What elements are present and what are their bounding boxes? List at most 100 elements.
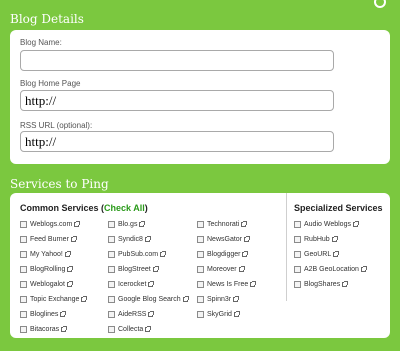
service-item[interactable]: Technorati — [197, 221, 248, 228]
external-link-icon[interactable] — [81, 296, 88, 302]
service-checkbox[interactable] — [20, 326, 27, 333]
service-checkbox[interactable] — [108, 236, 115, 243]
service-item[interactable]: Weblogs.com — [20, 221, 81, 228]
external-link-icon[interactable] — [145, 326, 152, 332]
external-link-icon[interactable] — [67, 266, 74, 272]
external-link-icon[interactable] — [250, 281, 257, 287]
external-link-icon[interactable] — [64, 251, 71, 257]
service-checkbox[interactable] — [20, 221, 27, 228]
service-checkbox[interactable] — [20, 296, 27, 303]
service-item[interactable]: A2B GeoLocation — [294, 266, 367, 273]
external-link-icon[interactable] — [233, 311, 240, 317]
service-item[interactable]: BlogStreet — [108, 266, 159, 273]
common-services-label: Common Services ( — [20, 203, 105, 213]
external-link-icon[interactable] — [244, 236, 251, 242]
service-item[interactable]: BlogShares — [294, 281, 349, 288]
service-item[interactable]: Weblogalot — [20, 281, 73, 288]
service-label: Syndic8 — [118, 236, 143, 243]
service-checkbox[interactable] — [108, 266, 115, 273]
service-item[interactable]: Feed Burner — [20, 236, 77, 243]
service-item[interactable]: AideRSS — [108, 311, 155, 318]
service-checkbox[interactable] — [108, 296, 115, 303]
external-link-icon[interactable] — [139, 221, 146, 227]
external-link-icon[interactable] — [160, 251, 167, 257]
external-link-icon[interactable] — [352, 221, 359, 227]
external-link-icon[interactable] — [242, 251, 249, 257]
blog-home-input[interactable]: http:// — [20, 90, 334, 111]
service-item[interactable]: Bloglines — [20, 311, 67, 318]
service-item[interactable]: Moreover — [197, 266, 245, 273]
service-checkbox[interactable] — [197, 236, 204, 243]
common-services-heading: Common Services (Check All) — [20, 203, 148, 213]
service-item[interactable]: SkyGrid — [197, 311, 240, 318]
service-item[interactable]: Google Blog Search — [108, 296, 189, 303]
external-link-icon[interactable] — [182, 296, 189, 302]
service-checkbox[interactable] — [294, 266, 301, 273]
service-checkbox[interactable] — [197, 251, 204, 258]
service-label: Bloglines — [30, 311, 59, 318]
service-item[interactable]: BlogRolling — [20, 266, 74, 273]
rss-url-input[interactable]: http:// — [20, 131, 334, 152]
service-checkbox[interactable] — [294, 281, 301, 288]
external-link-icon[interactable] — [60, 311, 67, 317]
external-link-icon[interactable] — [152, 266, 159, 272]
service-checkbox[interactable] — [108, 221, 115, 228]
service-checkbox[interactable] — [197, 281, 204, 288]
external-link-icon[interactable] — [148, 311, 155, 317]
service-item[interactable]: Spinn3r — [197, 296, 240, 303]
external-link-icon[interactable] — [148, 281, 155, 287]
specialized-services-heading: Specialized Services — [294, 203, 383, 213]
external-link-icon[interactable] — [233, 296, 240, 302]
external-link-icon[interactable] — [61, 326, 68, 332]
service-item[interactable]: Syndic8 — [108, 236, 151, 243]
service-checkbox[interactable] — [294, 251, 301, 258]
external-link-icon[interactable] — [333, 251, 340, 257]
external-link-icon[interactable] — [144, 236, 151, 242]
column-divider — [286, 193, 287, 301]
service-checkbox[interactable] — [108, 326, 115, 333]
service-checkbox[interactable] — [197, 311, 204, 318]
service-item[interactable]: GeoURL — [294, 251, 340, 258]
service-checkbox[interactable] — [20, 266, 27, 273]
external-link-icon[interactable] — [331, 236, 338, 242]
external-link-icon[interactable] — [360, 266, 367, 272]
service-item[interactable]: Bitacoras — [20, 326, 68, 333]
service-checkbox[interactable] — [294, 221, 301, 228]
service-item[interactable]: Audio Weblogs — [294, 221, 359, 228]
external-link-icon[interactable] — [342, 281, 349, 287]
service-item[interactable]: My Yahoo! — [20, 251, 71, 258]
external-link-icon[interactable] — [70, 236, 77, 242]
service-checkbox[interactable] — [20, 311, 27, 318]
service-item[interactable]: Collecta — [108, 326, 152, 333]
service-checkbox[interactable] — [20, 281, 27, 288]
service-item[interactable]: Blo.gs — [108, 221, 146, 228]
external-link-icon[interactable] — [238, 266, 245, 272]
external-link-icon[interactable] — [66, 281, 73, 287]
blog-name-input[interactable] — [20, 50, 334, 71]
external-link-icon[interactable] — [241, 221, 248, 227]
service-checkbox[interactable] — [20, 236, 27, 243]
service-checkbox[interactable] — [197, 221, 204, 228]
service-item[interactable]: NewsGator — [197, 236, 251, 243]
service-checkbox[interactable] — [108, 281, 115, 288]
service-item[interactable]: Icerocket — [108, 281, 155, 288]
service-item[interactable]: RubHub — [294, 236, 338, 243]
service-label: News Is Free — [207, 281, 249, 288]
service-checkbox[interactable] — [20, 251, 27, 258]
external-link-icon[interactable] — [74, 221, 81, 227]
service-item[interactable]: Topic Exchange — [20, 296, 88, 303]
service-checkbox[interactable] — [197, 266, 204, 273]
service-checkbox[interactable] — [294, 236, 301, 243]
service-checkbox[interactable] — [108, 311, 115, 318]
service-label: Weblogalot — [30, 281, 65, 288]
service-item[interactable]: Blogdigger — [197, 251, 249, 258]
service-item[interactable]: News Is Free — [197, 281, 257, 288]
service-label: PubSub.com — [118, 251, 159, 258]
service-item[interactable]: PubSub.com — [108, 251, 167, 258]
service-label: BlogStreet — [118, 266, 151, 273]
service-checkbox[interactable] — [108, 251, 115, 258]
service-label: Weblogs.com — [30, 221, 73, 228]
check-all-link[interactable]: Check All — [104, 203, 145, 213]
service-checkbox[interactable] — [197, 296, 204, 303]
corner-ring-icon — [374, 0, 386, 8]
